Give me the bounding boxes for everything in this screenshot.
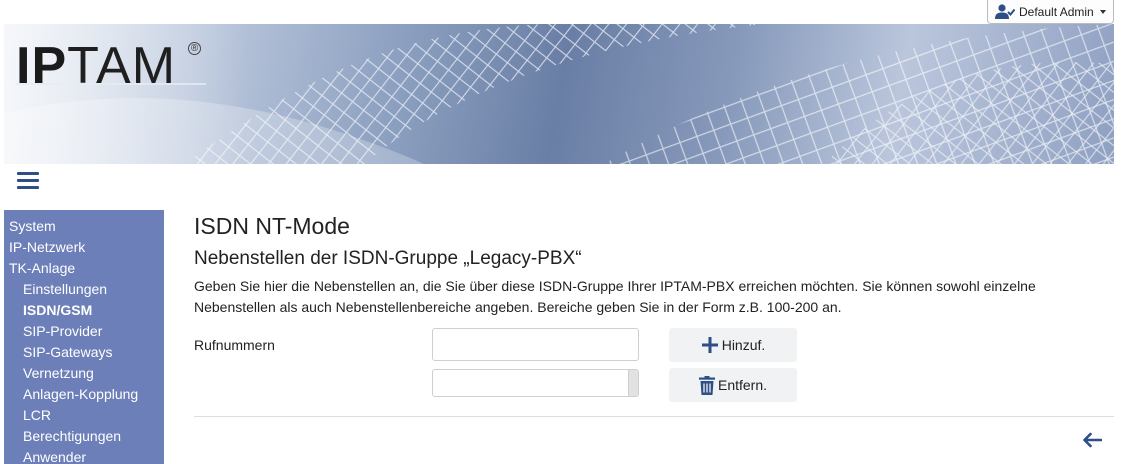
user-check-icon: [995, 3, 1016, 20]
page-title: ISDN NT-Mode: [194, 213, 350, 239]
sidebar-item-system[interactable]: System: [4, 216, 164, 237]
rufnummern-list[interactable]: [432, 369, 639, 397]
main-content: ISDN NT-Mode Nebenstellen der ISDN-Grupp…: [194, 210, 1114, 448]
sidebar-item-vernetzung[interactable]: Vernetzung: [4, 363, 164, 384]
user-menu-button[interactable]: Default Admin: [987, 0, 1114, 24]
section-title: Nebenstellen der ISDN-Gruppe „Legacy-PBX…: [194, 248, 582, 269]
sidebar-item-sip-provider[interactable]: SIP-Provider: [4, 321, 164, 342]
sidebar-item-einstellungen[interactable]: Einstellungen: [4, 279, 164, 300]
add-button-label: Hinzuf.: [721, 337, 766, 353]
sidebar-item-sip-gateways[interactable]: SIP-Gateways: [4, 342, 164, 363]
hamburger-icon[interactable]: [17, 172, 39, 190]
sidebar-item-isdn-gsm[interactable]: ISDN/GSM: [4, 300, 164, 321]
description-text: Geben Sie hier die Nebenstellen an, die …: [194, 278, 1036, 315]
list-scrollbar[interactable]: [628, 370, 638, 396]
sidebar-item-anlagen-kopplung[interactable]: Anlagen-Kopplung: [4, 384, 164, 405]
rufnummer-input[interactable]: [432, 328, 639, 361]
sidebar-item-tk-anlage[interactable]: TK-Anlage: [4, 258, 164, 279]
user-menu-label: Default Admin: [1019, 4, 1094, 19]
logo-underline: [16, 83, 206, 85]
sidebar-item-anwender[interactable]: Anwender: [4, 447, 164, 464]
caret-down-icon: [1099, 9, 1106, 14]
arrow-left-icon[interactable]: [1082, 432, 1102, 448]
sidebar-item-lcr[interactable]: LCR: [4, 405, 164, 426]
remove-button-label: Entfern.: [717, 377, 768, 393]
iptam-logo: IPTAM ®: [16, 38, 201, 94]
trash-icon: [698, 375, 715, 395]
sidebar-item-ip-netzwerk[interactable]: IP-Netzwerk: [4, 237, 164, 258]
sidebar-nav: System IP-Netzwerk TK-Anlage Einstellung…: [4, 210, 164, 464]
header-banner: IPTAM ®: [4, 24, 1114, 164]
add-button[interactable]: Hinzuf.: [669, 328, 797, 362]
divider: [194, 416, 1114, 417]
sidebar-item-berechtigungen[interactable]: Berechtigungen: [4, 426, 164, 447]
rufnummern-label: Rufnummern: [194, 337, 275, 353]
plus-icon: [701, 337, 718, 353]
remove-button[interactable]: Entfern.: [669, 368, 797, 402]
